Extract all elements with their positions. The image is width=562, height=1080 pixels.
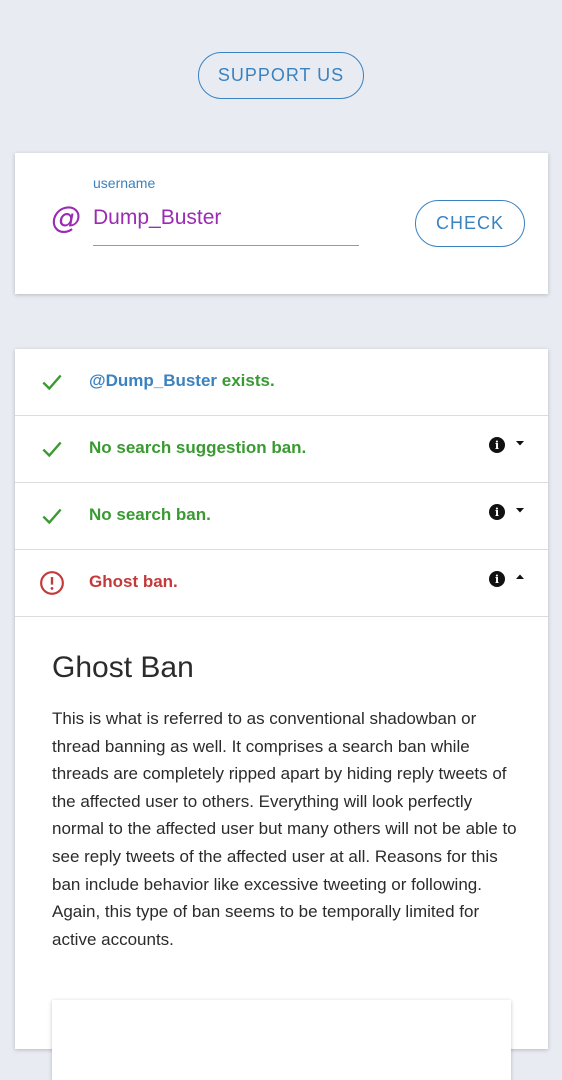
detail-body: This is what is referred to as conventio… [52,709,517,949]
exists-text: exists. [217,371,275,390]
at-sign-icon: @ [51,201,81,236]
caret-down-icon[interactable] [515,505,525,515]
result-text: No search suggestion ban. [89,438,307,457]
check-icon [42,374,62,391]
username-label: username [93,175,156,191]
caret-up-icon[interactable] [515,572,525,582]
results-card: @Dump_Buster exists. No search suggestio… [15,349,548,1080]
detail-inner-card [52,1000,511,1080]
alert-circle-icon [40,571,64,595]
result-text: Ghost ban. [89,572,178,591]
result-text: @Dump_Buster exists. [89,371,275,391]
info-icon[interactable]: i [489,504,505,520]
support-us-button[interactable]: SUPPORT US [198,52,364,99]
caret-down-icon[interactable] [515,438,525,448]
result-row-ghost-ban[interactable]: Ghost ban. i [15,550,548,617]
username-handle: @Dump_Buster [89,371,218,390]
check-icon [42,508,62,525]
detail-title: Ghost Ban [52,651,194,684]
check-button[interactable]: CHECK [415,200,525,247]
result-row-search-ban[interactable]: No search ban. i [15,483,548,550]
info-icon[interactable]: i [489,437,505,453]
result-row-exists: @Dump_Buster exists. [15,349,548,416]
username-input[interactable]: Dump_Buster [93,205,359,246]
result-row-search-suggestion-ban[interactable]: No search suggestion ban. i [15,416,548,483]
username-form-card: @ username Dump_Buster CHECK [15,153,548,294]
info-icon[interactable]: i [489,571,505,587]
result-text: No search ban. [89,505,211,524]
check-icon [42,441,62,458]
